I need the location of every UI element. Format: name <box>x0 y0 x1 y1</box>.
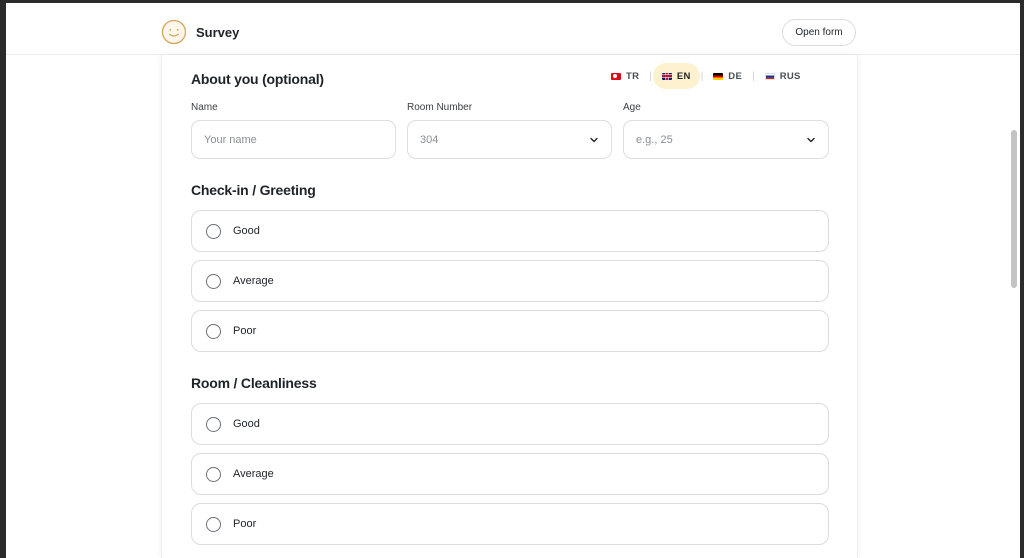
check-in-section-title: Check-in / Greeting <box>191 182 316 198</box>
room-option-poor[interactable]: Poor <box>191 503 829 545</box>
radio-button[interactable] <box>206 416 221 432</box>
room-number-label: Room Number <box>407 102 473 113</box>
room-number-value: 304 <box>420 133 439 146</box>
app-title: Survey <box>196 24 240 40</box>
lang-separator: | <box>700 70 704 82</box>
option-label: Good <box>233 225 260 237</box>
check-in-option-average[interactable]: Average <box>191 260 829 302</box>
lang-code: EN <box>676 70 691 82</box>
room-number-select[interactable]: 304 <box>407 120 612 159</box>
germany-flag-icon <box>713 72 724 80</box>
brand: Survey <box>161 18 239 46</box>
chevron-down-icon <box>807 137 815 142</box>
room-option-good[interactable]: Good <box>191 403 829 445</box>
window-frame-right <box>1020 0 1024 558</box>
smiley-icon <box>161 19 187 45</box>
radio-button[interactable] <box>206 516 221 532</box>
radio-button[interactable] <box>206 323 221 339</box>
option-label: Average <box>233 468 274 480</box>
option-label: Poor <box>233 518 257 530</box>
radio-button[interactable] <box>206 223 221 239</box>
chevron-down-icon <box>590 137 598 142</box>
room-option-average[interactable]: Average <box>191 453 829 495</box>
name-input[interactable] <box>191 120 396 159</box>
page-scrollbar[interactable] <box>1011 130 1017 288</box>
lang-code: DE <box>728 70 743 82</box>
option-label: Poor <box>233 325 257 337</box>
name-label: Name <box>191 102 218 113</box>
age-value: e.g., 25 <box>636 133 673 146</box>
open-form-button[interactable]: Open form <box>782 19 856 46</box>
survey-card: About you (optional) TR | EN | DE | RUS … <box>161 55 858 558</box>
top-header: Survey Open form <box>6 3 1020 55</box>
lang-option-de[interactable]: DE <box>704 63 751 89</box>
lang-option-en[interactable]: EN <box>652 63 700 89</box>
age-select[interactable]: e.g., 25 <box>623 120 829 159</box>
room-cleanliness-section-title: Room / Cleanliness <box>191 375 317 391</box>
lang-option-tr[interactable]: TR <box>602 63 648 89</box>
uk-flag-icon <box>661 72 672 80</box>
lang-separator: | <box>649 70 652 82</box>
turkey-flag-icon <box>611 72 621 80</box>
age-label: Age <box>623 102 641 113</box>
check-in-option-poor[interactable]: Poor <box>191 310 829 352</box>
radio-button[interactable] <box>206 273 221 289</box>
lang-separator: | <box>752 70 755 82</box>
check-in-option-good[interactable]: Good <box>191 210 829 252</box>
about-section-title: About you (optional) <box>191 71 324 87</box>
russia-flag-icon <box>764 72 775 80</box>
lang-code: TR <box>626 70 640 82</box>
language-switcher: TR | EN | DE | RUS <box>602 63 810 89</box>
lang-code: RUS <box>779 70 801 82</box>
option-label: Average <box>233 275 274 287</box>
option-label: Good <box>233 418 260 430</box>
radio-button[interactable] <box>206 466 221 482</box>
lang-option-rus[interactable]: RUS <box>756 63 810 89</box>
